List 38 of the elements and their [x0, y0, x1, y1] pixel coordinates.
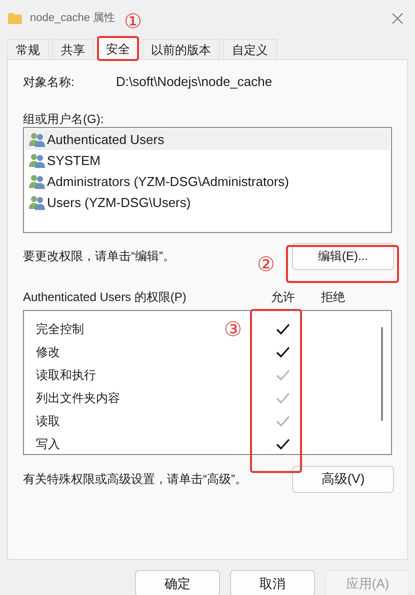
edit-hint: 要更改权限，请单击“编辑”。 [23, 248, 175, 265]
principal-item[interactable]: SYSTEM [25, 150, 390, 171]
users-icon [29, 153, 45, 168]
permission-name: 完全控制 [36, 320, 84, 338]
permission-name: 读取 [36, 412, 60, 430]
users-icon [29, 132, 45, 147]
object-name-label: 对象名称: [23, 74, 76, 91]
advanced-button[interactable]: 高级(V) [292, 466, 394, 492]
principals-label: 组或用户名(G): [23, 111, 105, 126]
step-number: ① [124, 12, 142, 32]
object-name-value: D:\soft\Nodejs\node_cache [116, 73, 272, 92]
close-icon[interactable] [392, 13, 403, 24]
permission-name: 读取和执行 [36, 366, 96, 384]
step-number: ② [257, 255, 275, 275]
tab[interactable]: 常规 [7, 39, 49, 59]
window-title: node_cache 属性 [30, 11, 115, 26]
edit-button[interactable]: 编辑(E)... [292, 242, 394, 270]
dialog-button[interactable]: 取消 [230, 570, 315, 595]
principal-item[interactable]: Authenticated Users [25, 129, 390, 150]
tab[interactable]: 共享 [52, 39, 94, 59]
step-number: ③ [224, 320, 242, 340]
permission-name: 修改 [36, 344, 60, 360]
principal-item[interactable]: Administrators (YZM-DSG\Administrators) [25, 171, 390, 192]
column-header: 拒绝 [320, 289, 346, 306]
tab[interactable]: 安全 [97, 37, 139, 59]
dialog-button[interactable]: 确定 [135, 570, 220, 595]
principal-item[interactable]: Users (YZM-DSG\Users) [25, 192, 390, 213]
column-header: 允许 [270, 289, 296, 306]
scrollbar[interactable] [381, 327, 383, 421]
users-icon [29, 174, 45, 189]
permission-name: 列出文件夹内容 [36, 390, 120, 406]
permission-name: 写入 [36, 436, 60, 452]
folder-icon [8, 13, 22, 24]
tab[interactable]: 自定义 [223, 39, 277, 59]
users-icon [29, 195, 45, 210]
tab[interactable]: 以前的版本 [142, 39, 220, 59]
permissions-label: Authenticated Users 的权限(P) [23, 289, 188, 306]
advanced-hint: 有关特殊权限或高级设置，请单击“高级”。 [23, 471, 247, 488]
